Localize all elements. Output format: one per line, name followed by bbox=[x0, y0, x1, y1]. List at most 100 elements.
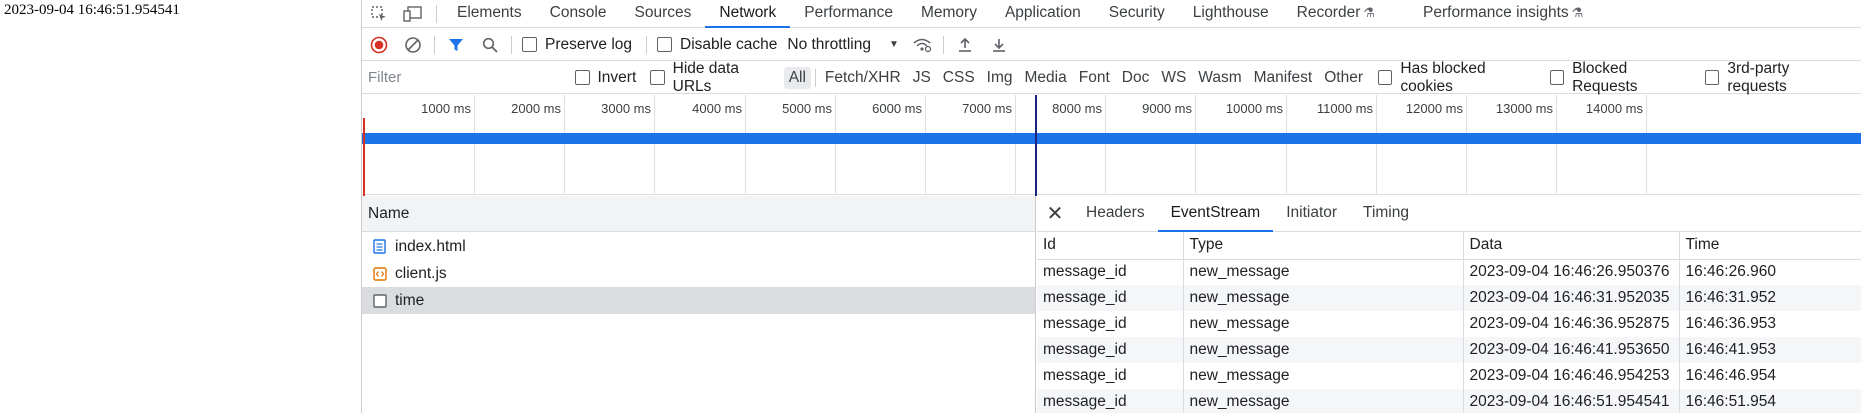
invert-label: Invert bbox=[597, 68, 637, 86]
cell-id: message_id bbox=[1037, 259, 1184, 285]
filter-type-other[interactable]: Other bbox=[1319, 67, 1368, 89]
timeline-tick: 8000 ms bbox=[1052, 95, 1106, 195]
column-header-time[interactable]: Time bbox=[1679, 232, 1861, 260]
filter-type-doc[interactable]: Doc bbox=[1117, 67, 1155, 89]
request-timing-bar bbox=[362, 133, 1861, 144]
has-blocked-cookies-checkbox[interactable] bbox=[1378, 70, 1393, 85]
tab-performance[interactable]: Performance bbox=[790, 0, 907, 28]
disable-cache-checkbox[interactable] bbox=[657, 37, 673, 52]
timeline-tick: 7000 ms bbox=[962, 95, 1016, 195]
filter-type-ws[interactable]: WS bbox=[1156, 67, 1191, 89]
hide-data-urls-toggle[interactable]: Hide data URLs bbox=[650, 60, 776, 96]
tab-application[interactable]: Application bbox=[991, 0, 1095, 28]
filter-type-all[interactable]: All bbox=[783, 66, 811, 89]
inspect-element-icon[interactable] bbox=[362, 0, 396, 28]
table-row[interactable]: message_id new_message 2023-09-04 16:46:… bbox=[1037, 285, 1861, 311]
record-icon bbox=[370, 36, 388, 53]
third-party-requests-toggle[interactable]: 3rd-party requests bbox=[1704, 60, 1847, 96]
column-header-type[interactable]: Type bbox=[1183, 232, 1464, 260]
cell-time: 16:46:46.954 bbox=[1679, 363, 1861, 389]
has-blocked-cookies-toggle[interactable]: Has blocked cookies bbox=[1378, 60, 1536, 96]
search-button[interactable] bbox=[473, 30, 507, 60]
request-row[interactable]: client.js bbox=[362, 260, 1035, 287]
cell-data: 2023-09-04 16:46:46.954253 bbox=[1463, 363, 1680, 389]
filter-type-wasm[interactable]: Wasm bbox=[1193, 67, 1246, 89]
preserve-log-checkbox[interactable] bbox=[522, 37, 537, 52]
table-row[interactable]: message_id new_message 2023-09-04 16:46:… bbox=[1037, 363, 1861, 389]
request-name: client.js bbox=[395, 264, 447, 282]
cell-type: new_message bbox=[1183, 285, 1464, 311]
timeline-tick-label: 3000 ms bbox=[601, 101, 651, 116]
timeline-tick: 6000 ms bbox=[872, 95, 926, 195]
tab-elements[interactable]: Elements bbox=[443, 0, 536, 28]
request-row[interactable]: index.html bbox=[362, 233, 1035, 260]
table-row[interactable]: message_id new_message 2023-09-04 16:46:… bbox=[1037, 259, 1861, 285]
import-har-button[interactable] bbox=[948, 30, 982, 60]
timeline-tick-label: 13000 ms bbox=[1495, 101, 1553, 116]
cell-type: new_message bbox=[1183, 389, 1464, 413]
invert-checkbox[interactable] bbox=[574, 70, 590, 85]
filter-type-font[interactable]: Font bbox=[1074, 67, 1115, 89]
filter-toggle-button[interactable] bbox=[439, 30, 473, 60]
request-row-selected[interactable]: time bbox=[362, 287, 1035, 314]
timeline-tick: 13000 ms bbox=[1496, 95, 1557, 195]
clear-button[interactable] bbox=[396, 30, 430, 60]
export-har-button[interactable] bbox=[982, 30, 1016, 60]
filter-input[interactable] bbox=[368, 65, 569, 90]
tab-eventstream[interactable]: EventStream bbox=[1157, 196, 1274, 232]
tab-recorder[interactable]: Recorder ⚗ bbox=[1283, 0, 1389, 28]
tab-memory[interactable]: Memory bbox=[907, 0, 991, 28]
blocked-requests-checkbox[interactable] bbox=[1549, 70, 1565, 85]
detail-tabbar: ✕ Headers EventStream Initiator Timing bbox=[1037, 196, 1861, 232]
tab-performance-insights[interactable]: Performance insights ⚗ bbox=[1409, 0, 1597, 28]
tab-sources[interactable]: Sources bbox=[621, 0, 706, 28]
devtools-panel: Elements Console Sources Network Perform… bbox=[361, 0, 1861, 413]
hide-data-urls-checkbox[interactable] bbox=[650, 70, 665, 85]
close-icon[interactable]: ✕ bbox=[1037, 201, 1073, 226]
request-name: index.html bbox=[395, 237, 466, 255]
eventstream-table: Id Type Data Time message_id new_message… bbox=[1037, 232, 1861, 413]
filter-type-media[interactable]: Media bbox=[1020, 67, 1072, 89]
timeline-tick: 9000 ms bbox=[1142, 95, 1196, 195]
tab-headers[interactable]: Headers bbox=[1073, 196, 1158, 232]
table-row[interactable]: message_id new_message 2023-09-04 16:46:… bbox=[1037, 337, 1861, 363]
filter-icon bbox=[449, 38, 463, 51]
preserve-log-toggle[interactable]: Preserve log bbox=[522, 36, 632, 54]
flask-icon: ⚗ bbox=[1571, 4, 1584, 20]
column-header-data[interactable]: Data bbox=[1463, 232, 1680, 260]
device-toolbar-icon[interactable] bbox=[396, 0, 430, 28]
record-button[interactable] bbox=[362, 30, 396, 60]
column-header-id[interactable]: Id bbox=[1037, 232, 1184, 260]
timeline-tick: 1000 ms bbox=[421, 95, 475, 195]
other-resource-icon bbox=[372, 293, 387, 308]
network-overview-timeline[interactable]: 1000 ms 2000 ms 3000 ms 4000 ms 5000 ms … bbox=[362, 95, 1861, 195]
current-time-marker bbox=[1035, 95, 1037, 196]
flask-icon: ⚗ bbox=[1363, 4, 1376, 20]
tab-lighthouse[interactable]: Lighthouse bbox=[1179, 0, 1283, 28]
cell-data: 2023-09-04 16:46:41.953650 bbox=[1463, 337, 1680, 363]
tab-network[interactable]: Network bbox=[705, 0, 791, 28]
invert-toggle[interactable]: Invert bbox=[574, 68, 637, 87]
filter-type-fetch-xhr[interactable]: Fetch/XHR bbox=[820, 67, 906, 89]
tab-security[interactable]: Security bbox=[1095, 0, 1179, 28]
third-party-requests-checkbox[interactable] bbox=[1704, 70, 1720, 85]
cell-id: message_id bbox=[1037, 285, 1184, 311]
table-row[interactable]: message_id new_message 2023-09-04 16:46:… bbox=[1037, 311, 1861, 337]
timeline-tick-label: 4000 ms bbox=[692, 101, 742, 116]
clear-icon bbox=[405, 36, 421, 53]
filter-type-manifest[interactable]: Manifest bbox=[1249, 67, 1318, 89]
blocked-requests-toggle[interactable]: Blocked Requests bbox=[1549, 60, 1691, 96]
chevron-down-icon: ▼ bbox=[888, 39, 899, 50]
throttling-select[interactable]: No throttling ▼ bbox=[787, 36, 898, 54]
tab-timing[interactable]: Timing bbox=[1350, 196, 1422, 232]
request-name: time bbox=[395, 291, 425, 309]
tab-initiator[interactable]: Initiator bbox=[1273, 196, 1350, 232]
network-conditions-button[interactable] bbox=[905, 30, 939, 60]
filter-type-img[interactable]: Img bbox=[982, 67, 1018, 89]
name-column-header[interactable]: Name bbox=[362, 196, 1035, 232]
filter-type-js[interactable]: JS bbox=[908, 67, 936, 89]
filter-type-css[interactable]: CSS bbox=[938, 67, 980, 89]
tab-console[interactable]: Console bbox=[536, 0, 621, 28]
disable-cache-toggle[interactable]: Disable cache bbox=[657, 36, 777, 54]
table-row[interactable]: message_id new_message 2023-09-04 16:46:… bbox=[1037, 389, 1861, 413]
